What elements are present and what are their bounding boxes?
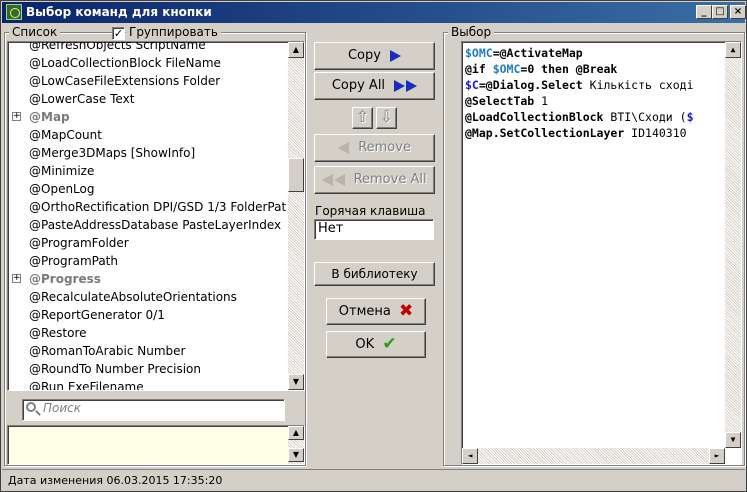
scroll-right-button[interactable]: ► — [709, 448, 725, 464]
list-item[interactable]: @ProgramFolder — [29, 234, 129, 252]
editor-hscrollbar[interactable]: ◄ ► — [462, 448, 725, 464]
close-icon: ✖ — [398, 301, 414, 321]
code-line: @Map.SetCollectionLayer ID140310 — [465, 125, 687, 141]
minimize-button[interactable]: _ — [696, 5, 712, 19]
selection-editor[interactable]: $OMC=@ActivateMap @if $OMC=0 then @Break $… — [461, 41, 742, 465]
code-line: $C=@Dialog.Select Кількість сході — [465, 77, 694, 93]
code-line: @LoadCollectionBlock BTI\Сходи ($ — [465, 109, 694, 125]
list-item[interactable]: @LowerCase Text — [29, 90, 134, 108]
status-bar: Дата изменения 06.03.2015 17:35:20 — [2, 469, 745, 491]
window-title: Выбор команд для кнопки — [26, 5, 212, 19]
list-group-label: Список — [9, 25, 61, 39]
cancel-button[interactable]: Отмена ✖ — [326, 298, 426, 325]
hint-scrollbar[interactable]: ▲ ▼ — [288, 426, 304, 464]
code-token: 1 — [534, 94, 549, 108]
move-up-button[interactable]: ⇧ — [352, 107, 373, 129]
scroll-down-button[interactable]: ▼ — [725, 432, 741, 448]
checkmark-icon: ✔ — [382, 334, 397, 354]
list-item[interactable]: @MapCount — [29, 126, 102, 144]
command-list[interactable]: @RefreshObjects ScriptName @LoadCollecti… — [7, 41, 305, 391]
arrow-left-icon — [322, 174, 334, 186]
arrow-up-icon: ⇧ — [355, 107, 370, 126]
list-item[interactable]: @RomanToArabic Number — [29, 342, 186, 360]
group-checkbox[interactable]: ✓ — [112, 27, 125, 40]
code-token: =@ActivateMap — [492, 46, 583, 60]
code-token: @LoadCollectionBlock — [465, 110, 604, 124]
copy-all-button[interactable]: Copy All — [314, 72, 435, 100]
scroll-up-button[interactable]: ▲ — [288, 426, 304, 440]
move-down-button[interactable]: ⇩ — [376, 107, 397, 129]
code-token: $ — [686, 110, 694, 124]
arrow-right-icon — [406, 80, 418, 92]
list-item[interactable]: @LowCaseFileExtensions Folder — [29, 72, 220, 90]
code-token: BTI\Сходи ( — [603, 110, 687, 124]
list-item[interactable]: @ReportGenerator 0/1 — [29, 306, 165, 324]
code-token: =@Dialog.Select — [478, 78, 583, 92]
code-line: $OMC=@ActivateMap — [465, 45, 583, 61]
hint-area: ▲ ▼ — [7, 425, 305, 465]
code-token: @SelectTab — [465, 94, 535, 108]
copy-button[interactable]: Copy — [314, 42, 435, 70]
status-text: Дата изменения 06.03.2015 17:35:20 — [8, 474, 223, 487]
expand-icon[interactable]: + — [12, 112, 21, 121]
code-token: $OMC — [492, 62, 521, 76]
list-item[interactable]: @RefreshObjects ScriptName — [29, 42, 206, 54]
code-token: @if — [465, 62, 493, 76]
code-line: @SelectTab 1 — [465, 93, 548, 109]
arrow-right-icon — [394, 80, 406, 92]
arrow-down-icon: ⇩ — [379, 107, 394, 126]
code-token: Кількість сході — [582, 78, 694, 92]
list-group-item[interactable]: @Map — [29, 108, 70, 126]
maximize-button[interactable]: □ — [712, 5, 728, 19]
scroll-up-button[interactable]: ▲ — [288, 42, 304, 58]
list-group-item[interactable]: @Progress — [29, 270, 101, 288]
list-item[interactable]: @RoundTo Number Precision — [29, 360, 201, 378]
list-scrollbar[interactable]: ▲ ▼ — [288, 42, 304, 390]
code-token: @Map.SetCollectionLayer — [465, 126, 625, 140]
scroll-down-button[interactable]: ▼ — [288, 374, 304, 390]
code-token: ID140310 — [624, 126, 687, 140]
list-item[interactable]: @Minimize — [29, 162, 94, 180]
scroll-down-button[interactable]: ▼ — [288, 448, 304, 462]
list-item[interactable]: @PasteAddressDatabase PasteLayerIndex — [29, 216, 281, 234]
expand-icon[interactable]: + — [12, 274, 21, 283]
remove-button[interactable]: Remove — [314, 134, 435, 162]
list-item[interactable]: @LoadCollectionBlock FileName — [29, 54, 221, 72]
selection-group-label: Выбор — [448, 25, 495, 39]
search-placeholder: Поиск — [43, 401, 82, 415]
group-checkbox-label[interactable]: Группировать — [126, 25, 221, 39]
arrow-left-icon — [338, 142, 350, 154]
scroll-up-button[interactable]: ▲ — [725, 42, 741, 58]
list-item[interactable]: @RecalculateAbsoluteOrientations — [29, 288, 237, 306]
ok-button[interactable]: OK ✔ — [326, 331, 426, 358]
dialog-window: Выбор команд для кнопки _ □ × Список ✓ Г… — [0, 0, 747, 492]
add-to-library-button[interactable]: В библиотеку — [314, 262, 435, 286]
title-bar[interactable]: Выбор команд для кнопки _ □ × — [2, 2, 746, 23]
editor-vscrollbar[interactable]: ▲ ▼ — [725, 42, 741, 448]
scroll-left-button[interactable]: ◄ — [462, 448, 478, 464]
list-item[interactable]: @Restore — [29, 324, 87, 342]
code-line: @if $OMC=0 then @Break — [465, 61, 617, 77]
hotkey-label: Горячая клавиша — [315, 204, 426, 218]
code-token: $OMC — [465, 46, 493, 60]
arrow-right-icon — [390, 50, 402, 62]
list-item[interactable]: @ProgramPath — [29, 252, 118, 270]
search-input[interactable]: Поиск — [22, 399, 285, 421]
app-icon — [6, 4, 22, 20]
list-item[interactable]: @Merge3DMaps [ShowInfo] — [29, 144, 195, 162]
remove-all-button[interactable]: Remove All — [314, 166, 435, 194]
code-token: $C — [465, 78, 479, 92]
scroll-thumb[interactable] — [288, 158, 304, 192]
code-token: =0 then @Break — [520, 62, 618, 76]
list-item[interactable]: @OpenLog — [29, 180, 94, 198]
arrow-left-icon — [334, 174, 346, 186]
hotkey-field[interactable]: Нет — [314, 219, 434, 240]
list-item[interactable]: @Run ExeFilename — [29, 378, 144, 390]
list-item[interactable]: @OrthoRectification DPI/GSD 1/3 FolderPa… — [29, 198, 286, 216]
close-button[interactable]: × — [730, 5, 746, 19]
